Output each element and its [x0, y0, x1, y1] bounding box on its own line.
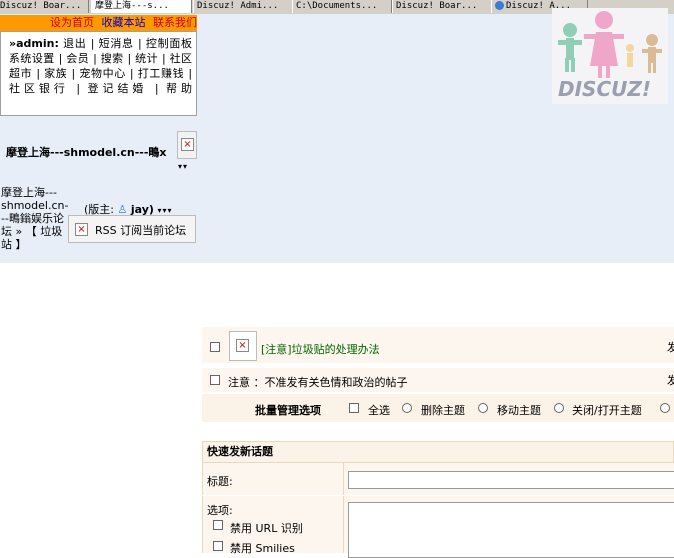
menu-bank[interactable]: 社区银行 [9, 82, 69, 95]
thread-checkbox[interactable] [210, 342, 220, 352]
close-open-radio[interactable] [554, 403, 564, 413]
contact-link[interactable]: 联系我们 [153, 16, 197, 29]
disable-url-label: 禁用 URL 识别 [230, 522, 303, 535]
quickpost-subject-row: 标题: [202, 463, 674, 495]
broken-image-1: × [177, 131, 197, 159]
ie-icon [495, 1, 504, 10]
rss-label[interactable]: RSS 订阅当前论坛 [95, 222, 186, 238]
thread-row: 注意 ：不准发有关色情和政治的帖子 发 [202, 368, 674, 392]
breadcrumb[interactable]: 摩登上海---shmodel.cn---鴫鎓娱乐论坛 » 【 垃圾站 】 [1, 186, 71, 251]
menu-members[interactable]: 会员 [66, 52, 89, 65]
top-links: 设为首页 收藏本站 联系我们 [0, 15, 197, 31]
options-label: 选项: [207, 504, 233, 517]
broken-image-icon: × [236, 339, 249, 352]
select-all-checkbox[interactable] [349, 403, 359, 413]
menu-stats[interactable]: 统计 [135, 52, 158, 65]
delete-label: 删除主题 [421, 404, 465, 417]
divider [343, 463, 344, 495]
menu-control-panel[interactable]: 控制面板 [146, 37, 192, 50]
taskbar-tab-4[interactable]: C:\Documents... [292, 0, 392, 13]
taskbar-tab-3[interactable]: Discuz! Admi... [193, 0, 293, 13]
dropdown-arrows[interactable]: ▾▾ [178, 162, 188, 171]
thread-title[interactable]: [注意]垃圾贴的处理办法 [261, 341, 380, 357]
thread-author: 发 [667, 374, 674, 387]
move-label: 移动主题 [497, 404, 541, 417]
broken-image-icon: × [181, 138, 194, 151]
close-open-label: 关闭/打开主题 [572, 404, 642, 417]
bookmark-link[interactable]: 收藏本站 [102, 16, 146, 29]
rss-box[interactable]: × RSS 订阅当前论坛 [68, 215, 196, 243]
menu-messages[interactable]: 短消息 [99, 37, 134, 50]
logo-text: DISCUZ! [558, 77, 651, 101]
menu-work[interactable]: 打工赚钱 [138, 67, 184, 80]
discuz-logo: DISCUZ! [552, 8, 668, 104]
subject-label: 标题: [207, 475, 233, 488]
forum-title: 摩登上海---shmodel.cn---鴫ⅹ [6, 146, 167, 159]
quickpost-options-row: 选项: 禁用 URL 识别 禁用 Smilies [202, 496, 674, 558]
moderator-arrows[interactable]: ▾▾▾ [157, 206, 172, 215]
delete-radio[interactable] [402, 403, 412, 413]
taskbar-tab-2[interactable]: 摩登上海---s... [91, 0, 192, 13]
message-textarea[interactable] [348, 502, 674, 558]
thread-title[interactable]: 注意 ：不准发有关色情和政治的帖子 [228, 374, 408, 390]
divider [343, 496, 344, 553]
menu-pets[interactable]: 宠物中心 [79, 67, 125, 80]
batch-label: 批量管理选项 [255, 404, 321, 417]
menu-logout[interactable]: 退出 [63, 37, 86, 50]
taskbar-tab-5[interactable]: Discuz! Boar... [392, 0, 492, 13]
thread-checkbox[interactable] [210, 375, 220, 385]
disable-url-checkbox[interactable] [213, 520, 223, 530]
set-homepage-link[interactable]: 设为首页 [50, 16, 94, 29]
disable-smilies-checkbox[interactable] [213, 541, 223, 551]
quickpost-heading: 快速发新话题 [202, 441, 674, 463]
menu-family[interactable]: 家族 [44, 67, 67, 80]
family-icon: DISCUZ! [552, 8, 668, 104]
more-radio[interactable] [660, 403, 670, 413]
batch-manage-row: 批量管理选项 全选 删除主题 移动主题 关闭/打开主题 [202, 394, 674, 422]
thread-icon-box: × [229, 331, 257, 361]
username: admin: [16, 37, 59, 50]
user-menu: »admin: 退出 | 短消息 | 控制面板 系统设置 | 会员 | 搜索 |… [0, 31, 197, 116]
thread-author: 发 [667, 341, 674, 354]
menu-search[interactable]: 搜索 [101, 52, 124, 65]
select-all-label: 全选 [368, 404, 390, 417]
subject-input[interactable] [348, 471, 674, 489]
disable-smilies-label: 禁用 Smilies [230, 542, 295, 555]
menu-settings[interactable]: 系统设置 [9, 52, 55, 65]
taskbar-tab-1[interactable]: Discuz! Boar... [0, 0, 89, 13]
menu-marriage[interactable]: 登记结婚 [88, 82, 148, 95]
move-radio[interactable] [478, 403, 488, 413]
menu-help[interactable]: 帮助 [166, 82, 192, 95]
thread-row: × [注意]垃圾贴的处理办法 发 [202, 327, 674, 363]
broken-image-icon: × [75, 223, 88, 236]
